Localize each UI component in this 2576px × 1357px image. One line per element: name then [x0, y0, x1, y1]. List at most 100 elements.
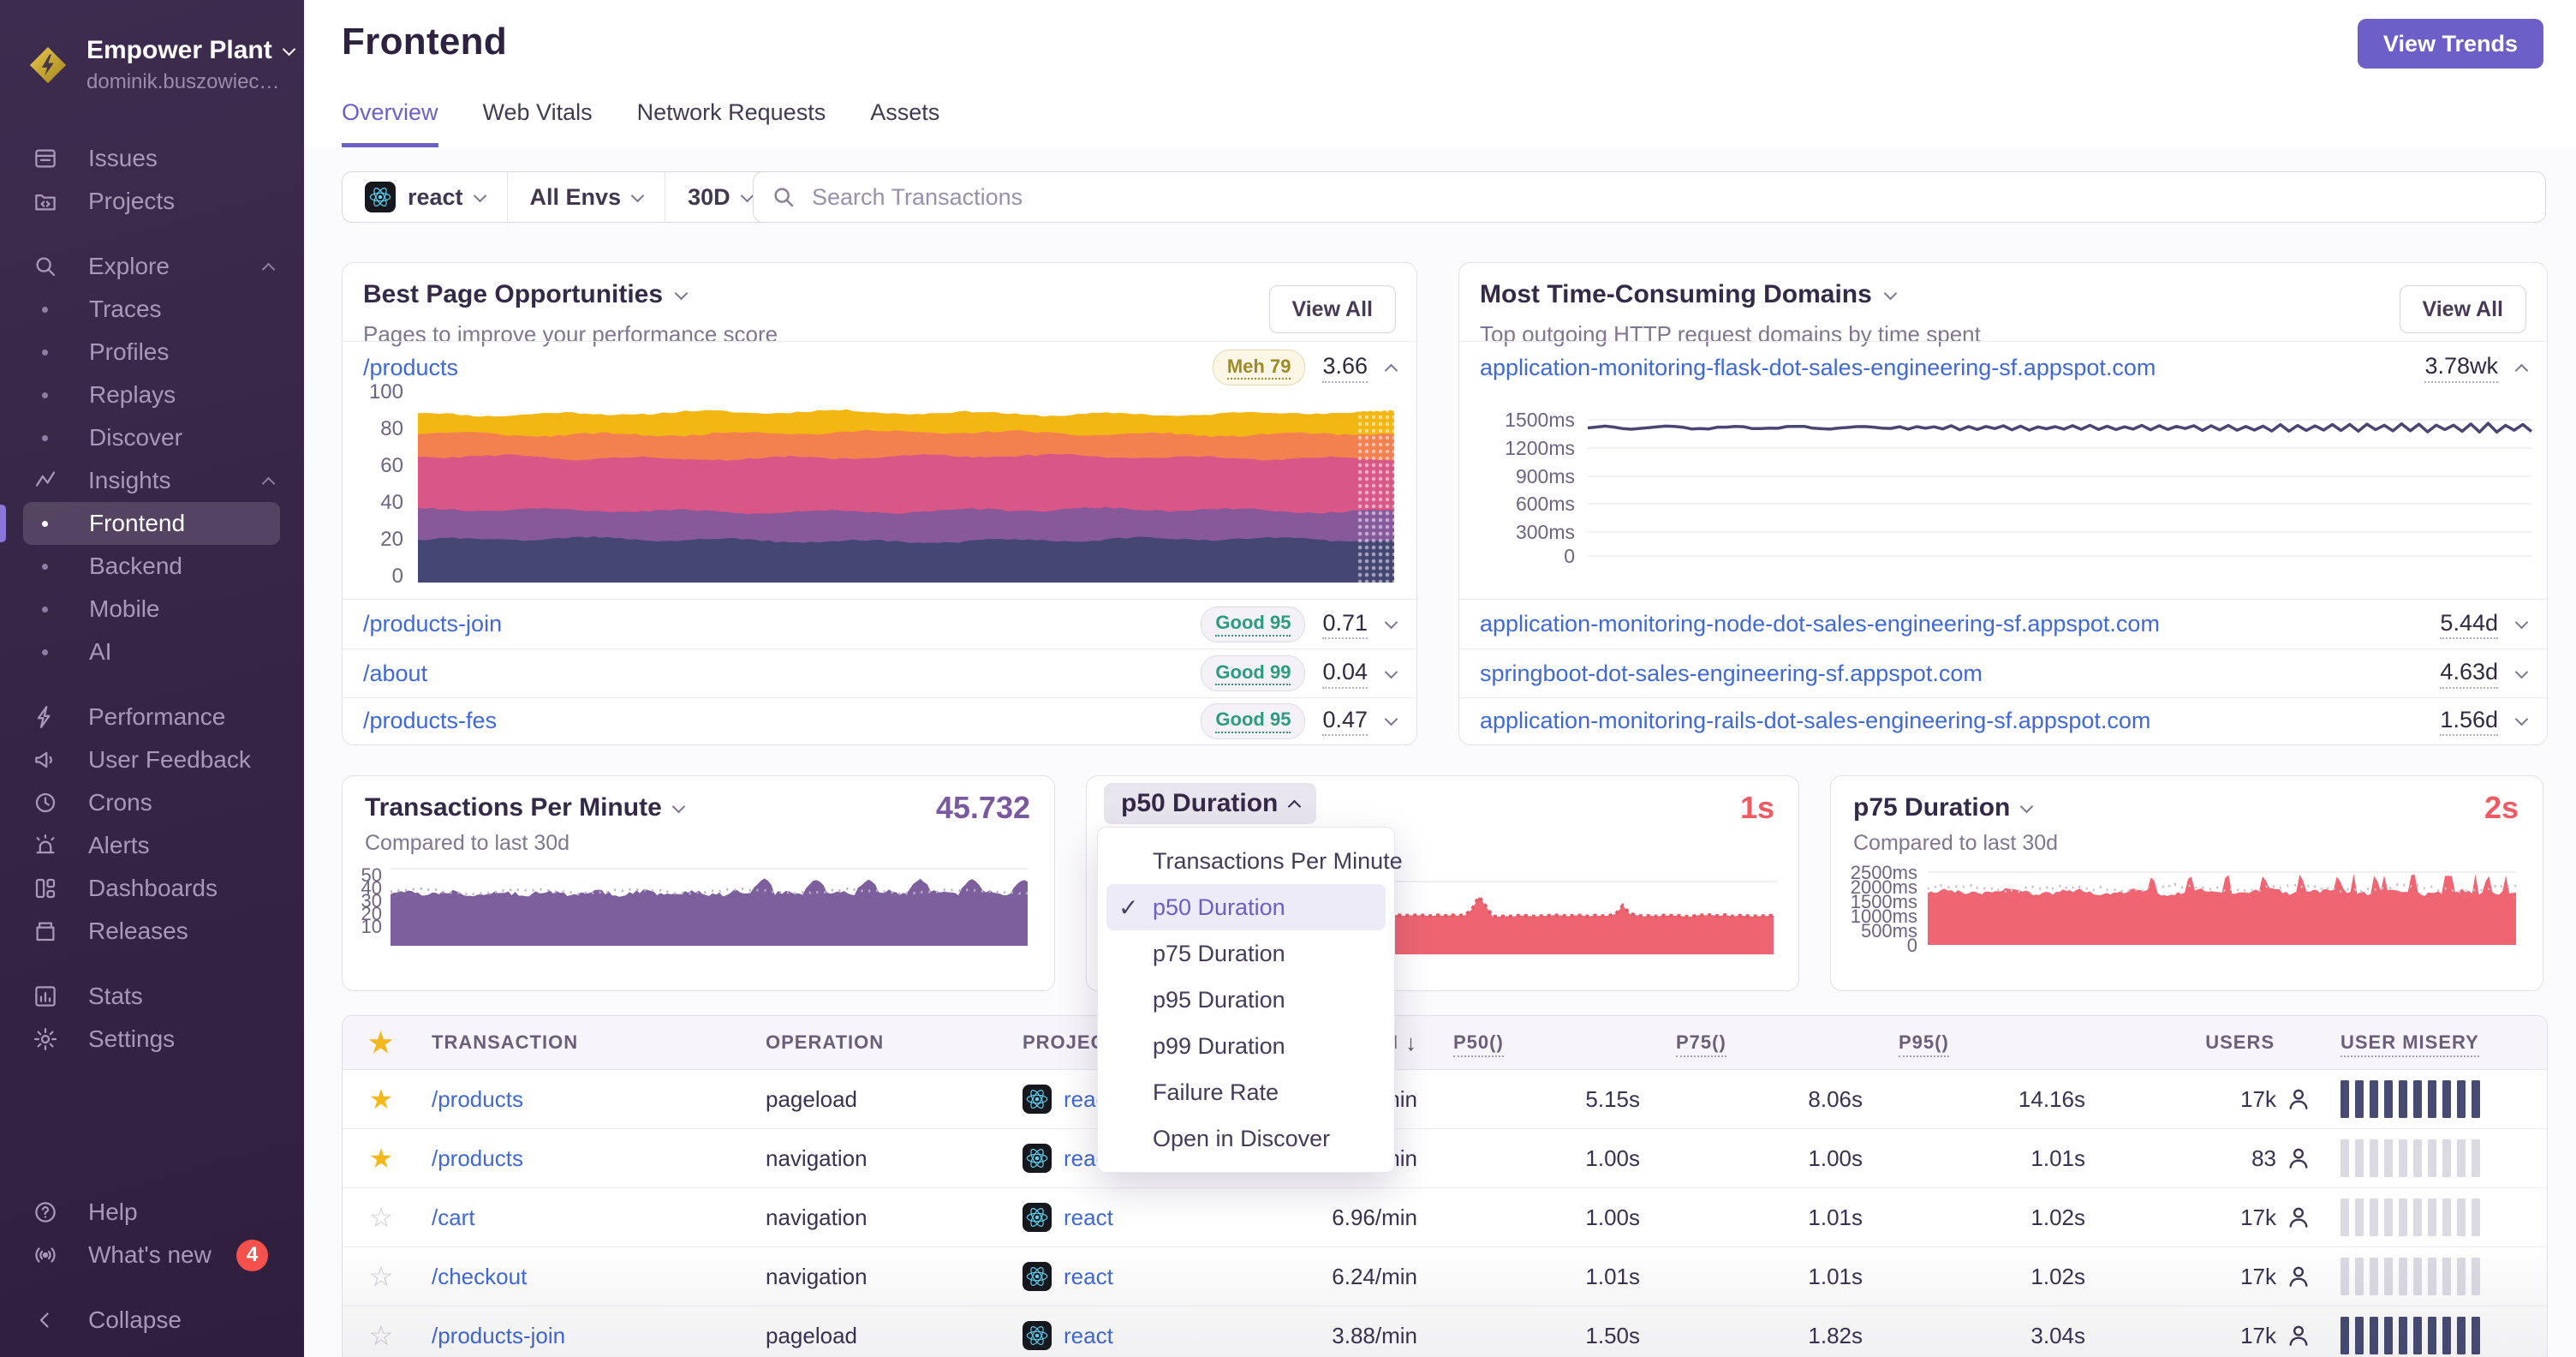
chevron-down-icon[interactable]	[2514, 665, 2529, 678]
sidebar-item-insights[interactable]: Insights	[23, 459, 280, 502]
project-cell[interactable]: react	[1011, 1203, 1242, 1232]
page-link[interactable]: /products	[363, 355, 458, 381]
checkmark-icon: ✓	[1118, 894, 1139, 921]
star-outline-icon[interactable]: ☆	[343, 1319, 420, 1352]
domain-link[interactable]: application-monitoring-rails-dot-sales-e…	[1480, 708, 2150, 734]
menu-item-p99-duration[interactable]: p99 Duration	[1106, 1023, 1386, 1069]
chevron-down-icon[interactable]	[1384, 712, 1398, 726]
p75-metric-panel: p75 Duration 2s Compared to last 30d 250…	[1830, 775, 2543, 991]
environment-filter[interactable]: All Envs	[506, 172, 665, 222]
best-pages-view-all-button[interactable]: View All	[1268, 285, 1396, 333]
transaction-link[interactable]: /cart	[432, 1205, 475, 1230]
sidebar-item-label: Replays	[89, 381, 176, 408]
user-icon	[2289, 1325, 2308, 1346]
chevron-down-icon[interactable]	[1384, 615, 1398, 630]
star-filled-icon[interactable]: ★	[343, 1083, 420, 1115]
sidebar-item-collapse[interactable]: Collapse	[23, 1299, 280, 1342]
sidebar-item-label: Profiles	[89, 338, 170, 365]
project-cell[interactable]: react	[1011, 1321, 1242, 1350]
tab-assets[interactable]: Assets	[870, 99, 939, 148]
sidebar-item-issues[interactable]: Issues	[23, 137, 280, 180]
sidebar-item-ai[interactable]: AI	[23, 631, 280, 673]
page-link[interactable]: /products-fes	[363, 708, 497, 734]
svg-text:300ms: 300ms	[1516, 521, 1575, 543]
users-cell: 17k	[2085, 1204, 2312, 1231]
star-outline-icon[interactable]: ☆	[343, 1201, 420, 1234]
sidebar-item-help[interactable]: Help	[23, 1191, 280, 1234]
menu-item-open-in-discover[interactable]: Open in Discover	[1106, 1115, 1386, 1162]
tab-web-vitals[interactable]: Web Vitals	[483, 99, 593, 148]
column-header-p75[interactable]: P75()	[1640, 1031, 1863, 1057]
chevron-up-icon[interactable]	[2514, 363, 2529, 377]
page-link[interactable]: /about	[363, 661, 427, 687]
chevron-down-icon[interactable]	[2514, 712, 2529, 726]
sidebar-item-traces[interactable]: Traces	[23, 288, 280, 331]
sidebar-item-stats[interactable]: Stats	[23, 975, 280, 1018]
opportunity-score: 0.71	[1322, 609, 1368, 640]
column-header-operation[interactable]: OPERATION	[754, 1031, 1011, 1054]
sidebar-item-label: Dashboards	[88, 875, 218, 901]
sidebar-item-releases[interactable]: Releases	[23, 910, 280, 953]
time-spent-value: 4.63d	[2440, 658, 2498, 689]
sidebar-item-replays[interactable]: Replays	[23, 374, 280, 416]
star-filled-icon[interactable]: ★	[343, 1142, 420, 1175]
menu-item-p50-duration[interactable]: ✓ p50 Duration	[1106, 884, 1386, 930]
org-subtitle: dominik.buszowiec…	[86, 70, 280, 93]
best-pages-title[interactable]: Best Page Opportunities	[363, 280, 778, 309]
search-transactions-input[interactable]	[810, 182, 2528, 212]
column-header-p50[interactable]: P50()	[1417, 1031, 1640, 1057]
transaction-link[interactable]: /products-join	[432, 1323, 565, 1348]
column-header-users[interactable]: USERS	[2085, 1031, 2312, 1054]
domains-title[interactable]: Most Time-Consuming Domains	[1480, 280, 1981, 309]
sidebar-item-mobile[interactable]: Mobile	[23, 588, 280, 631]
sidebar-item-crons[interactable]: Crons	[23, 781, 280, 824]
transaction-link[interactable]: /products	[432, 1145, 523, 1171]
p50-metric-selector[interactable]: p50 Duration	[1104, 783, 1317, 824]
project-filter[interactable]: react	[343, 172, 507, 222]
column-header-transaction[interactable]: TRANSACTION	[420, 1031, 754, 1054]
menu-item-transactions-per-minute[interactable]: Transactions Per Minute	[1106, 838, 1403, 884]
users-cell: 83	[2085, 1145, 2312, 1172]
react-project-icon	[365, 182, 396, 212]
sidebar-item-discover[interactable]: Discover	[23, 416, 280, 459]
sidebar-item-alerts[interactable]: Alerts	[23, 824, 280, 867]
chevron-down-icon[interactable]	[1384, 665, 1398, 678]
domain-link[interactable]: application-monitoring-flask-dot-sales-e…	[1480, 355, 2156, 381]
sidebar-item-explore[interactable]: Explore	[23, 245, 280, 288]
page-link[interactable]: /products-join	[363, 611, 502, 637]
alerts-icon	[32, 832, 59, 859]
tab-overview[interactable]: Overview	[342, 99, 438, 148]
sidebar-item-what-s-new[interactable]: What's new 4	[23, 1234, 280, 1276]
p75-metric-selector[interactable]: p75 Duration	[1853, 793, 2034, 822]
chevron-up-icon[interactable]	[1384, 363, 1398, 377]
sidebar-item-profiles[interactable]: Profiles	[23, 331, 280, 374]
sidebar-item-user-feedback[interactable]: User Feedback	[23, 738, 280, 781]
sidebar-item-settings[interactable]: Settings	[23, 1018, 280, 1061]
transactions-table: ★TRANSACTIONOPERATIONPROJECTTPM↓P50()P75…	[342, 1015, 2548, 1357]
sidebar-item-projects[interactable]: Projects	[23, 180, 280, 223]
sidebar-item-backend[interactable]: Backend	[23, 545, 280, 588]
chevron-down-icon[interactable]	[2514, 615, 2529, 630]
sidebar-item-dashboards[interactable]: Dashboards	[23, 867, 280, 910]
menu-item-p75-duration[interactable]: p75 Duration	[1106, 930, 1386, 977]
sidebar-item-frontend[interactable]: Frontend	[0, 502, 280, 545]
transaction-link[interactable]: /products	[432, 1086, 523, 1112]
sidebar-item-label: Alerts	[88, 832, 150, 858]
p75-cell: 1.01s	[1808, 1263, 1863, 1289]
column-header-p95[interactable]: P95()	[1863, 1031, 2085, 1057]
tpm-metric-selector[interactable]: Transactions Per Minute	[365, 793, 686, 822]
chevron-down-icon	[2020, 799, 2034, 813]
project-cell[interactable]: react	[1011, 1262, 1242, 1291]
domain-link[interactable]: application-monitoring-node-dot-sales-en…	[1480, 611, 2160, 637]
star-outline-icon[interactable]: ☆	[343, 1260, 420, 1293]
domain-link[interactable]: springboot-dot-sales-engineering-sf.apps…	[1480, 661, 1983, 687]
transaction-link[interactable]: /checkout	[432, 1264, 527, 1289]
org-switcher[interactable]: Empower Plant dominik.buszowiec…	[0, 0, 304, 103]
view-trends-button[interactable]: View Trends	[2357, 19, 2543, 69]
column-header-misery[interactable]: USER MISERY	[2312, 1031, 2547, 1057]
sidebar-item-performance[interactable]: Performance	[23, 696, 280, 738]
menu-item-failure-rate[interactable]: Failure Rate	[1106, 1069, 1386, 1115]
domains-view-all-button[interactable]: View All	[2399, 285, 2526, 333]
menu-item-p95-duration[interactable]: p95 Duration	[1106, 977, 1386, 1023]
tab-network-requests[interactable]: Network Requests	[637, 99, 826, 148]
